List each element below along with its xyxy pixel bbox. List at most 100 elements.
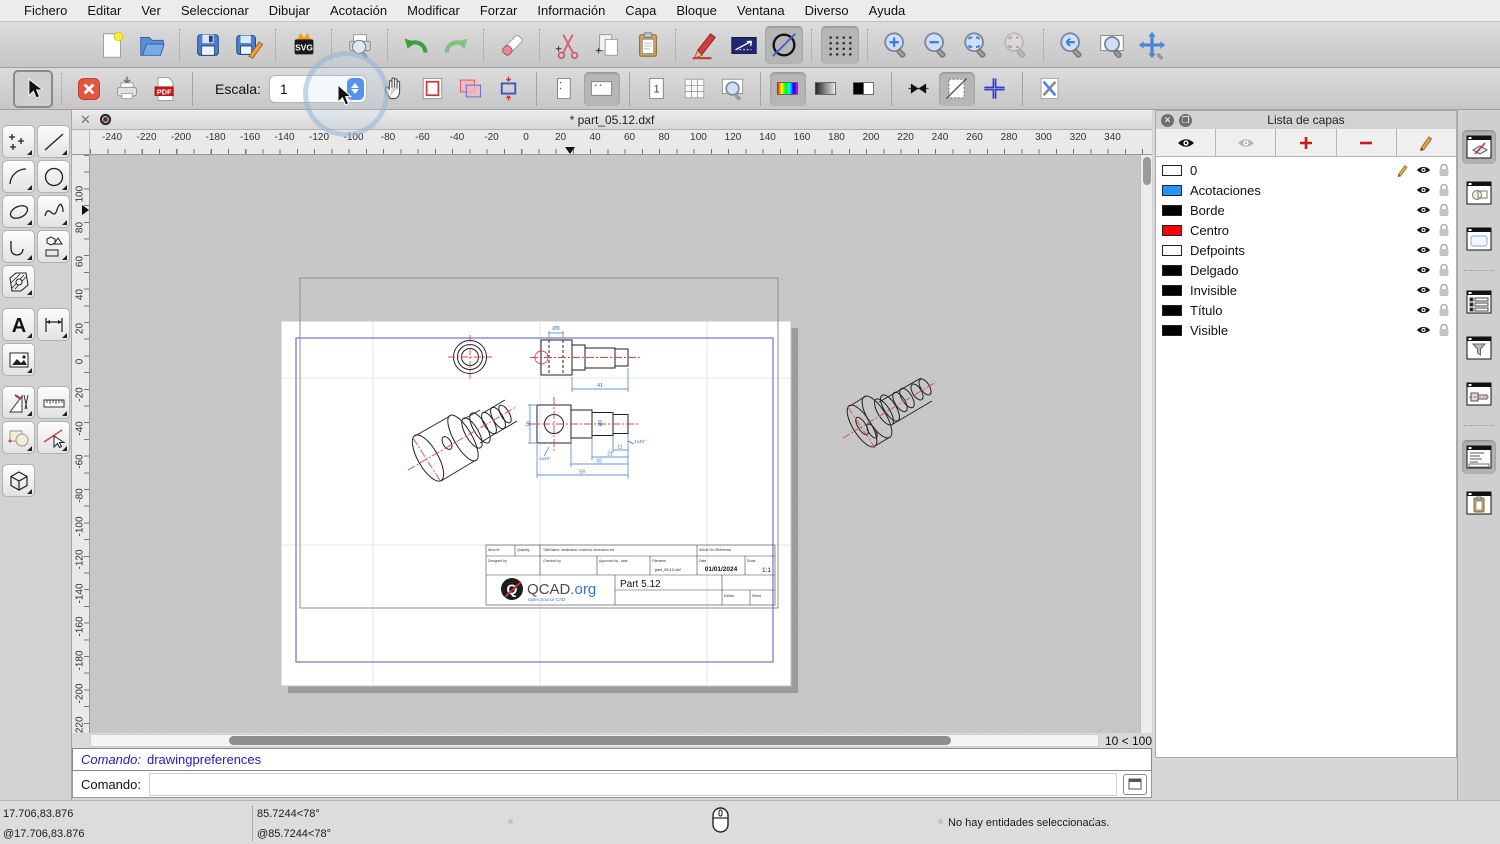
layer-row[interactable]: Título <box>1156 300 1456 320</box>
layer-row[interactable]: Invisible <box>1156 280 1456 300</box>
snap-tools-button[interactable] <box>37 421 70 454</box>
layer-visibility-icon[interactable] <box>1416 285 1431 295</box>
cut-button[interactable] <box>549 26 587 64</box>
layer-lock-icon[interactable] <box>1438 303 1450 317</box>
layer-lock-icon[interactable] <box>1438 263 1450 277</box>
copy-button[interactable] <box>589 26 627 64</box>
zoom-window-button[interactable] <box>1093 26 1131 64</box>
canvas-vertical-scrollbar[interactable] <box>1140 155 1152 733</box>
layer-row[interactable]: Borde <box>1156 200 1456 220</box>
draw-edit-button[interactable] <box>685 26 723 64</box>
layer-lock-icon[interactable] <box>1438 323 1450 337</box>
show-paper-borders-button[interactable] <box>415 72 451 106</box>
text-tools-button[interactable]: A <box>2 308 35 341</box>
vertical-scroll-thumb[interactable] <box>1143 157 1151 185</box>
undo-button[interactable] <box>397 26 435 64</box>
dock-views-button[interactable] <box>1462 222 1496 256</box>
menu-forzar[interactable]: Forzar <box>470 0 528 22</box>
polyline-tools-button[interactable] <box>2 230 35 263</box>
zoom-auto-button[interactable] <box>957 26 995 64</box>
circle-tools-button[interactable] <box>37 160 70 193</box>
zoom-to-page-button[interactable] <box>715 72 751 106</box>
command-input[interactable] <box>148 772 1117 796</box>
layer-visibility-icon[interactable] <box>1416 265 1431 275</box>
lineweight-button[interactable] <box>901 72 937 106</box>
layer-row[interactable]: Delgado <box>1156 260 1456 280</box>
menu-ventana[interactable]: Ventana <box>727 0 795 22</box>
selection-pointer-button[interactable] <box>13 69 53 108</box>
dock-properties-button[interactable] <box>1462 285 1496 319</box>
menu-informacion[interactable]: Información <box>527 0 615 22</box>
menu-seleccionar[interactable]: Seleccionar <box>171 0 259 22</box>
dock-command-line-button[interactable] <box>1462 440 1496 474</box>
construction-mode-button[interactable] <box>765 25 803 64</box>
menu-editar[interactable]: Editar <box>77 0 131 22</box>
menu-diverso[interactable]: Diverso <box>795 0 859 22</box>
remove-layer-button[interactable] <box>1336 129 1397 156</box>
ellipse-tools-button[interactable] <box>2 195 35 228</box>
panel-float-button[interactable]: ❐ <box>1179 113 1192 127</box>
new-file-button[interactable] <box>93 26 131 64</box>
crosshair-button[interactable] <box>977 72 1013 106</box>
pdf-export-button[interactable]: PDF <box>147 72 183 106</box>
menu-capa[interactable]: Capa <box>615 0 666 22</box>
portrait-button[interactable] <box>546 72 582 106</box>
layer-lock-icon[interactable] <box>1438 203 1450 217</box>
menu-acotacion[interactable]: Acotación <box>320 0 397 22</box>
measure-tools-button[interactable] <box>37 386 70 419</box>
full-color-button[interactable] <box>769 71 806 106</box>
layer-row[interactable]: Acotaciones <box>1156 180 1456 200</box>
grayscale-button[interactable] <box>808 72 844 106</box>
distance-tool-button[interactable] <box>725 26 763 64</box>
drag-paper-button[interactable] <box>377 72 413 106</box>
scale-stepper[interactable] <box>346 77 364 100</box>
zoom-out-button[interactable] <box>917 26 955 64</box>
document-close-icon[interactable]: ✕ <box>80 112 91 128</box>
dock-library-button[interactable] <box>1462 377 1496 411</box>
layer-row[interactable]: Visible <box>1156 320 1456 340</box>
layer-visibility-icon[interactable] <box>1416 305 1431 315</box>
layer-row[interactable]: Centro <box>1156 220 1456 240</box>
redo-button[interactable] <box>437 26 475 64</box>
layer-row[interactable]: 0 <box>1156 160 1456 180</box>
paste-button[interactable] <box>629 26 667 64</box>
dock-selection-filter-button[interactable] <box>1462 331 1496 365</box>
layer-visibility-icon[interactable] <box>1416 185 1431 195</box>
modify-tools-button[interactable] <box>2 421 35 454</box>
layer-lock-icon[interactable] <box>1438 223 1450 237</box>
scale-combobox[interactable]: 1 <box>268 74 367 103</box>
open-file-button[interactable] <box>133 26 171 64</box>
menu-dibujar[interactable]: Dibujar <box>259 0 320 22</box>
shape-tools-button[interactable] <box>37 230 70 263</box>
canvas-horizontal-scrollbar[interactable] <box>90 734 1099 747</box>
layer-row[interactable]: Defpoints <box>1156 240 1456 260</box>
save-button[interactable] <box>189 26 227 64</box>
menu-ver[interactable]: Ver <box>131 0 171 22</box>
layer-visibility-icon[interactable] <box>1416 205 1431 215</box>
spline-tools-button[interactable] <box>37 195 70 228</box>
layer-visibility-icon[interactable] <box>1416 325 1431 335</box>
landscape-button[interactable] <box>583 71 620 106</box>
toggle-paper-preview-button[interactable] <box>938 71 975 106</box>
save-as-button[interactable] <box>229 26 267 64</box>
horizontal-scroll-thumb[interactable] <box>229 736 951 745</box>
drawing-canvas[interactable]: Ø8 41 18 Ø6 11 21 32 59 1x45° 1x45° Item… <box>90 155 1152 733</box>
preferences-button[interactable] <box>1032 72 1068 106</box>
layer-lock-icon[interactable] <box>1438 283 1450 297</box>
delete-button[interactable] <box>493 26 531 64</box>
grid-toggle-button[interactable] <box>821 25 859 64</box>
layer-visibility-icon[interactable] <box>1416 165 1431 175</box>
page-overlap-button[interactable] <box>453 72 489 106</box>
print-preview-button[interactable] <box>341 26 379 64</box>
hide-all-layers-button[interactable] <box>1216 129 1277 156</box>
menu-ayuda[interactable]: Ayuda <box>859 0 916 22</box>
pan-button[interactable] <box>1133 26 1171 64</box>
edit-layer-button[interactable] <box>1396 129 1457 156</box>
single-page-button[interactable]: 1 <box>639 72 675 106</box>
point-tools-button[interactable] <box>2 125 35 158</box>
menu-bloque[interactable]: Bloque <box>666 0 726 22</box>
menu-modificar[interactable]: Modificar <box>397 0 470 22</box>
layer-visibility-icon[interactable] <box>1416 245 1431 255</box>
layer-lock-icon[interactable] <box>1438 163 1450 177</box>
layer-lock-icon[interactable] <box>1438 183 1450 197</box>
